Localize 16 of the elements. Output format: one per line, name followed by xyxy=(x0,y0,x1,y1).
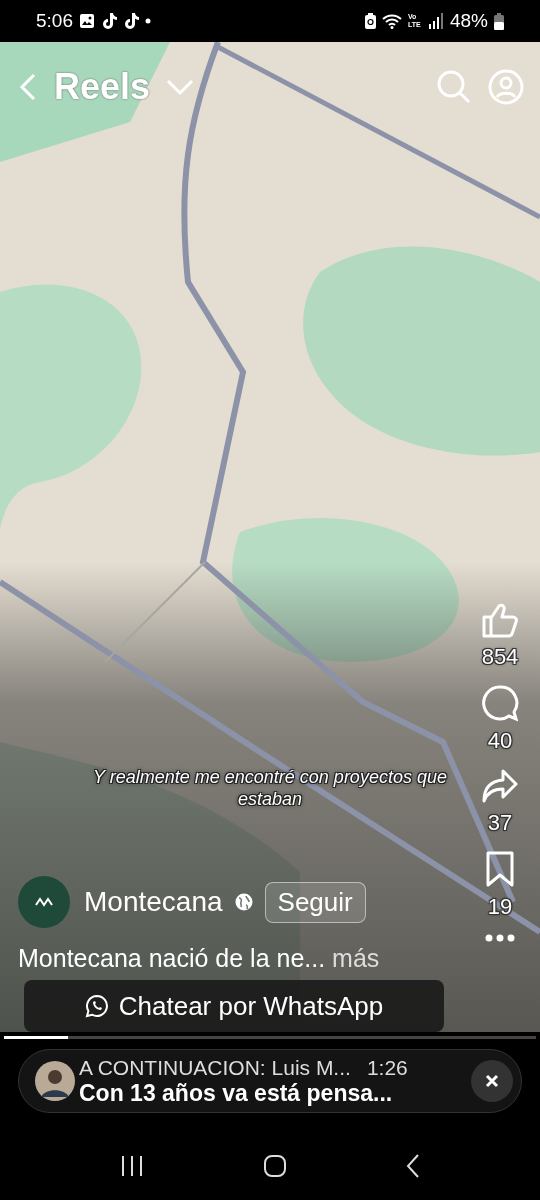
whatsapp-button[interactable]: Chatear por WhatsApp xyxy=(24,980,444,1032)
status-time: 5:06 xyxy=(36,10,73,32)
follow-button[interactable]: Seguir xyxy=(264,881,366,923)
action-count: 19 xyxy=(487,894,513,920)
action-count: 37 xyxy=(487,810,513,836)
post-caption: Montecana nació de la ne... más xyxy=(18,944,380,973)
action-count: 40 xyxy=(487,728,513,754)
author-name[interactable]: Montecana xyxy=(84,886,223,918)
up-next-card[interactable]: A CONTINUACION: Luis M... 1:26 Con 13 años va está pensa... xyxy=(18,1049,522,1113)
action-count: 854 xyxy=(481,644,519,670)
battery-percent: 48% xyxy=(449,10,488,32)
up-next-duration: 1:26 xyxy=(366,1055,408,1080)
up-next-title: A CONTINUACION: Luis M... xyxy=(79,1055,351,1080)
up-next-subtitle: Con 13 años va está pensa... xyxy=(79,1079,394,1107)
more-link[interactable]: más xyxy=(332,944,380,972)
subtitle: Y realmente me encontré con proyectos que estaban xyxy=(92,766,448,810)
